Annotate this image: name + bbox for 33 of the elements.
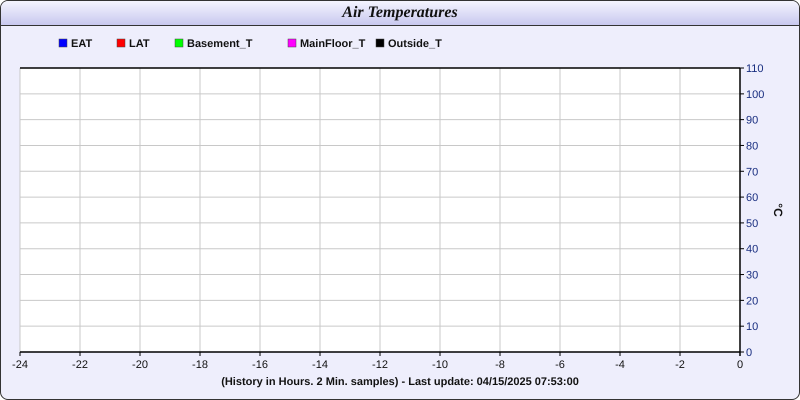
tick-label: -18 [192, 359, 208, 371]
tick-label: -12 [372, 359, 388, 371]
tick-label: 90 [746, 114, 758, 127]
tick-label: -6 [555, 359, 565, 371]
legend-label: Basement_T [187, 38, 252, 50]
tick-label: 0 [746, 347, 752, 359]
tick-label: -4 [615, 359, 625, 371]
tick-label: -16 [252, 359, 268, 371]
legend-label: Outside_T [388, 38, 442, 50]
tick-label: -2 [675, 359, 685, 371]
tick-label: 100 [746, 88, 764, 101]
tick-label: -8 [495, 359, 505, 371]
tick-label: 80 [746, 140, 758, 152]
tick-label: -20 [132, 359, 148, 371]
tick-label: -22 [72, 359, 88, 371]
tick-label: -10 [432, 359, 448, 371]
axis-caption: (History in Hours. 2 Min. samples) - Last update: 04/15/2025 07:53:00 [221, 375, 579, 390]
axis-title: °C [771, 203, 785, 217]
tick-label: 20 [746, 295, 758, 308]
tick-label: 50 [746, 218, 758, 230]
tick-label: 10 [746, 321, 758, 334]
tick-label: 0 [736, 359, 744, 371]
legend-label: MainFloor_T [300, 38, 366, 50]
tick-label: -14 [312, 359, 328, 371]
tick-label: -24 [12, 359, 28, 371]
legend-label: LAT [129, 38, 150, 50]
legend-label: EAT [71, 38, 92, 50]
tick-label: 60 [746, 192, 758, 204]
tick-label: 30 [746, 270, 758, 282]
tick-label: 110 [746, 63, 764, 75]
tick-label: 40 [746, 244, 758, 256]
tick-label: 70 [746, 166, 758, 178]
chart-title: Air Temperatures [342, 3, 458, 23]
